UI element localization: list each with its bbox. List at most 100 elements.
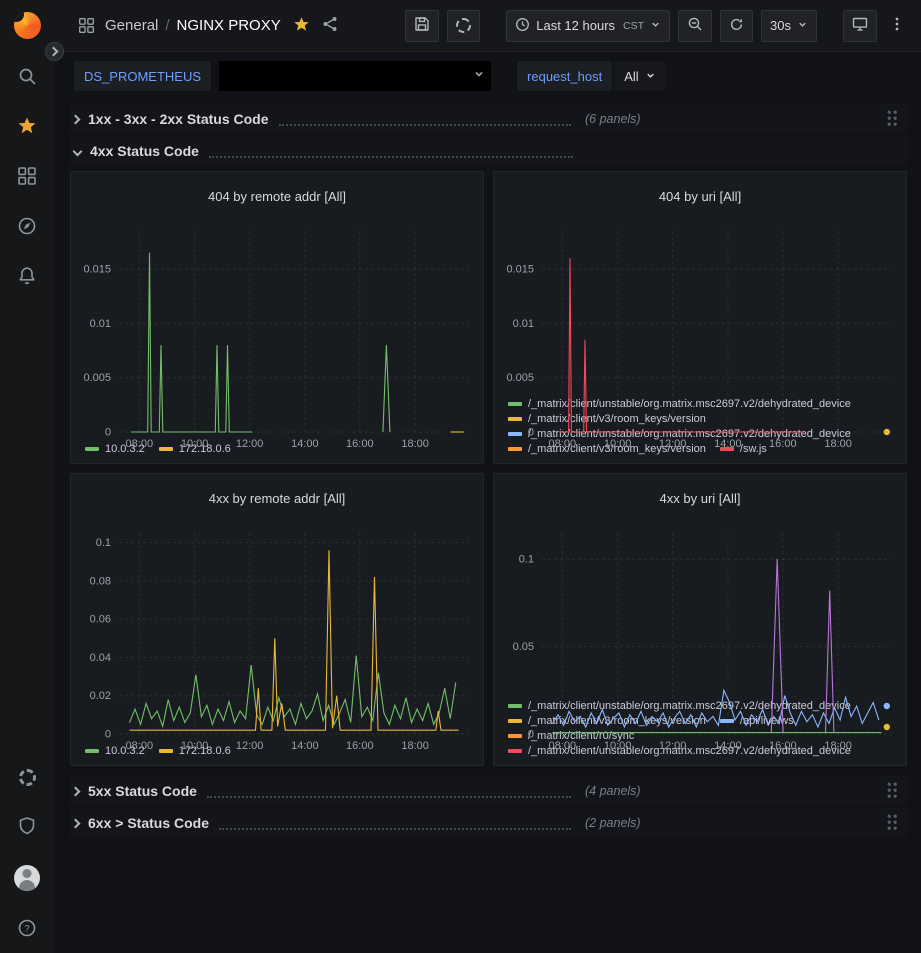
search-button[interactable] (15, 65, 39, 89)
configuration-button[interactable] (15, 765, 39, 789)
grafana-logo[interactable] (14, 12, 41, 39)
svg-text:08:00: 08:00 (126, 438, 154, 450)
svg-text:18:00: 18:00 (824, 740, 852, 752)
help-button[interactable]: ? (15, 917, 39, 941)
panel-title[interactable]: 404 by remote addr [All] (71, 183, 483, 210)
row-panel-count: (2 panels) (585, 816, 641, 830)
time-range-label: Last 12 hours (536, 18, 615, 33)
question-circle-icon: ? (17, 918, 37, 941)
template-variables-bar: DS_PROMETHEUS request_host All (54, 52, 921, 98)
svg-text:18:00: 18:00 (401, 438, 429, 450)
dotted-leader (219, 816, 571, 830)
svg-text:10:00: 10:00 (181, 438, 209, 450)
svg-text:0.005: 0.005 (83, 372, 111, 384)
svg-text:0.1: 0.1 (96, 537, 111, 549)
row-panel-count: (4 panels) (585, 784, 641, 798)
time-series-chart[interactable]: 00.0050.010.01508:0010:0012:0014:0016:00… (494, 221, 906, 395)
navbar-actions: Last 12 hours CST 30s (405, 10, 909, 42)
row-header-4xx[interactable]: 4xx Status Code (70, 136, 907, 166)
dotted-leader (207, 784, 571, 798)
sidebar-top-group (14, 12, 41, 289)
dashboard-settings-button[interactable] (447, 10, 480, 42)
svg-text:0.02: 0.02 (90, 690, 111, 702)
svg-text:18:00: 18:00 (824, 438, 852, 450)
svg-text:10:00: 10:00 (604, 740, 632, 752)
row-header-5xx[interactable]: 5xx Status Code (4 panels) (70, 776, 907, 806)
svg-text:08:00: 08:00 (549, 438, 577, 450)
panel-4xx-by-remote-addr: 4xx by remote addr [All] 00.020.040.060.… (70, 473, 484, 766)
breadcrumb-dashboard-title[interactable]: NGINX PROXY (177, 17, 281, 34)
panel-404-by-uri: 404 by uri [All] 00.0050.010.01508:0010:… (493, 171, 907, 464)
server-admin-button[interactable] (15, 815, 39, 839)
request-host-variable-label[interactable]: request_host (517, 61, 612, 91)
gear-icon (19, 769, 36, 786)
chevron-down-icon (797, 18, 808, 33)
more-menu-button[interactable] (885, 10, 909, 42)
svg-text:16:00: 16:00 (346, 740, 374, 752)
time-series-chart[interactable]: 00.020.040.060.080.108:0010:0012:0014:00… (71, 523, 483, 742)
svg-text:0.04: 0.04 (90, 651, 111, 663)
user-avatar[interactable] (14, 865, 40, 891)
search-icon (17, 66, 37, 89)
refresh-interval-picker[interactable]: 30s (761, 10, 817, 42)
panel-title[interactable]: 4xx by uri [All] (494, 485, 906, 512)
svg-text:0: 0 (105, 426, 111, 438)
svg-text:14:00: 14:00 (714, 438, 742, 450)
row-header-6xx[interactable]: 6xx > Status Code (2 panels) (70, 808, 907, 838)
bell-icon (17, 266, 37, 289)
svg-text:16:00: 16:00 (769, 740, 797, 752)
row-panel-count: (6 panels) (585, 112, 641, 126)
row-header-1xx-3xx-2xx[interactable]: 1xx - 3xx - 2xx Status Code (6 panels) (70, 104, 907, 134)
svg-text:18:00: 18:00 (401, 740, 429, 752)
panel-404-by-remote-addr: 404 by remote addr [All] 00.0050.010.015… (70, 171, 484, 464)
panel-title[interactable]: 404 by uri [All] (494, 183, 906, 210)
request-host-select[interactable]: All (614, 61, 665, 91)
time-series-chart[interactable]: 00.0050.010.01508:0010:0012:0014:0016:00… (71, 221, 483, 440)
dashboard-grid-icon (78, 17, 95, 34)
request-host-value: All (624, 69, 638, 84)
gear-icon (456, 18, 471, 33)
datasource-variable-label[interactable]: DS_PROMETHEUS (74, 61, 211, 91)
shield-icon (17, 816, 37, 839)
svg-text:0: 0 (528, 728, 534, 740)
alerting-button[interactable] (15, 265, 39, 289)
zoom-out-button[interactable] (678, 10, 712, 42)
svg-text:0.015: 0.015 (83, 263, 111, 275)
main-area: General / NGINX PROXY (54, 0, 921, 953)
row-title: 4xx Status Code (90, 143, 199, 159)
time-range-picker[interactable]: Last 12 hours CST (506, 10, 670, 42)
star-icon (17, 116, 37, 139)
favorite-star-button[interactable] (293, 16, 310, 36)
starred-dashboards-button[interactable] (15, 115, 39, 139)
dotted-leader (209, 144, 573, 158)
svg-text:16:00: 16:00 (769, 438, 797, 450)
breadcrumb-separator: / (165, 17, 169, 34)
svg-text:0.01: 0.01 (513, 317, 534, 329)
panel-title[interactable]: 4xx by remote addr [All] (71, 485, 483, 512)
sidebar-expand-button[interactable] (45, 42, 64, 61)
explore-button[interactable] (15, 215, 39, 239)
apps-grid-icon (17, 166, 37, 189)
panel-grid: 404 by remote addr [All] 0 0.005 0.01 0.015… (70, 171, 907, 766)
save-icon (414, 16, 430, 35)
svg-text:10:00: 10:00 (604, 438, 632, 450)
row-drag-handle[interactable] (887, 814, 899, 832)
share-dashboard-button[interactable] (322, 16, 338, 35)
datasource-select[interactable] (219, 61, 491, 91)
svg-text:10:00: 10:00 (181, 740, 209, 752)
row-drag-handle[interactable] (887, 110, 899, 128)
save-dashboard-button[interactable] (405, 10, 439, 42)
time-series-chart[interactable]: 00.050.108:0010:0012:0014:0016:0018:00 (494, 523, 906, 697)
timezone-label: CST (623, 20, 644, 32)
row-drag-handle[interactable] (887, 782, 899, 800)
svg-text:0.1: 0.1 (519, 553, 534, 565)
breadcrumb-folder[interactable]: General (105, 17, 158, 34)
dashboards-button[interactable] (15, 165, 39, 189)
svg-text:14:00: 14:00 (291, 740, 319, 752)
sidebar-bottom-group: ? (14, 765, 40, 941)
row-title: 6xx > Status Code (88, 815, 209, 831)
svg-text:?: ? (24, 923, 29, 934)
tv-mode-button[interactable] (843, 10, 877, 42)
svg-text:0.005: 0.005 (506, 372, 534, 384)
refresh-button[interactable] (720, 10, 753, 42)
